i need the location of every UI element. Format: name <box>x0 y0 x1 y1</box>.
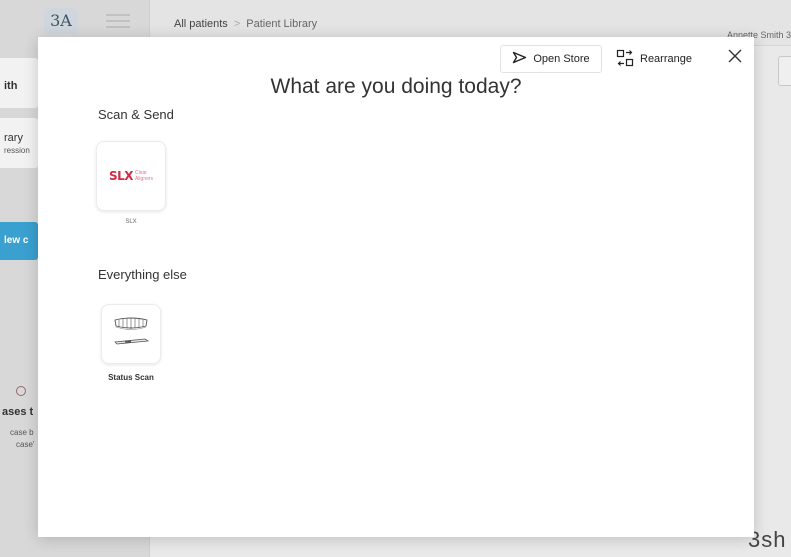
app-label-status-scan: Status Scan <box>108 373 154 382</box>
app-label-slx: SLX <box>125 219 137 225</box>
library-subtitle-peek: ression <box>4 146 30 155</box>
slx-logo-subtext: Clear Aligners <box>135 170 153 182</box>
right-button-peek <box>778 56 791 86</box>
close-button[interactable] <box>724 47 746 69</box>
cases-text-peek-2: case' <box>16 440 35 449</box>
library-title-peek: rary <box>4 132 23 144</box>
section-title-scan-send: Scan & Send <box>98 107 174 122</box>
send-icon <box>512 51 527 67</box>
app-launcher-dialog: Open Store Rearrange What are you doing … <box>38 37 754 537</box>
slx-logo-subtext-2: Aligners <box>134 176 154 182</box>
pin-icon <box>16 386 26 396</box>
rearrange-button[interactable]: Rearrange <box>612 45 706 73</box>
open-store-label: Open Store <box>533 53 590 65</box>
rearrange-label: Rearrange <box>640 53 692 65</box>
breadcrumb: All patients > Patient Library <box>174 18 317 30</box>
patient-name-peek: ith <box>4 80 18 92</box>
menu-icon[interactable] <box>106 14 130 28</box>
section-title-everything-else: Everything else <box>98 267 187 282</box>
slx-logo: SLX Clear Aligners <box>109 169 153 183</box>
breadcrumb-all-patients[interactable]: All patients <box>174 18 228 30</box>
cases-title-peek: ases t <box>2 406 34 418</box>
new-case-button-peek: lew c <box>0 222 38 260</box>
app-icon-status-scan[interactable] <box>101 304 161 364</box>
dialog-title: What are you doing today? <box>270 75 522 98</box>
close-icon <box>728 49 742 68</box>
teeth-scan-icon <box>109 312 153 357</box>
app-tile-status-scan[interactable]: Status Scan <box>96 304 166 382</box>
cases-text-peek: case b <box>10 428 34 437</box>
breadcrumb-patient-library: Patient Library <box>246 18 318 30</box>
app-icon-slx[interactable]: SLX Clear Aligners <box>96 141 166 211</box>
slx-logo-mark: SLX <box>108 169 134 183</box>
rearrange-icon <box>616 49 634 70</box>
app-logo[interactable]: 3Α <box>44 8 78 34</box>
app-tile-slx[interactable]: SLX Clear Aligners SLX <box>96 141 166 225</box>
breadcrumb-separator: > <box>233 18 241 30</box>
open-store-button[interactable]: Open Store <box>500 45 602 73</box>
